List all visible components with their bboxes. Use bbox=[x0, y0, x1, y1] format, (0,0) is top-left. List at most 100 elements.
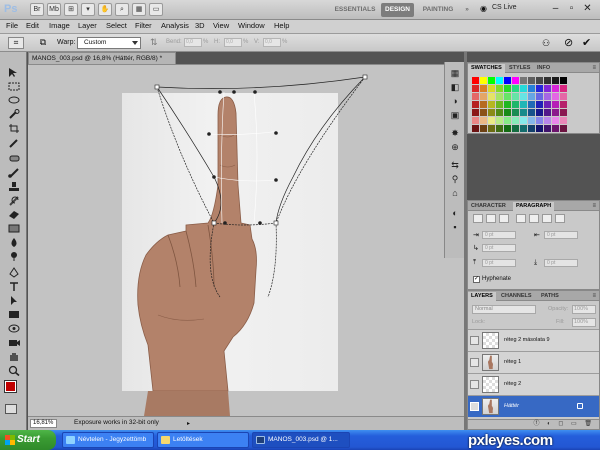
swatch[interactable] bbox=[504, 117, 511, 124]
hand-tool-icon[interactable]: ✋ bbox=[98, 3, 112, 16]
close-icon[interactable]: ✕ bbox=[580, 3, 595, 16]
warp-orientation-icon[interactable]: ⇅ bbox=[150, 37, 162, 49]
swatch[interactable] bbox=[472, 85, 479, 92]
swatch[interactable] bbox=[536, 117, 543, 124]
swatch[interactable] bbox=[552, 77, 559, 84]
swatch[interactable] bbox=[472, 93, 479, 100]
eyedropper-tool-icon[interactable] bbox=[7, 137, 21, 148]
swatch[interactable] bbox=[472, 101, 479, 108]
menu-select[interactable]: Select bbox=[106, 21, 127, 30]
gradient-tool-icon[interactable] bbox=[7, 223, 21, 234]
swatch[interactable] bbox=[488, 109, 495, 116]
swatch[interactable] bbox=[544, 117, 551, 124]
swatch[interactable] bbox=[544, 125, 551, 132]
clone-stamp-tool-icon[interactable] bbox=[7, 181, 21, 192]
commit-transform-icon[interactable]: ✔ bbox=[582, 37, 594, 49]
swatch[interactable] bbox=[520, 85, 527, 92]
zoom-tool-icon[interactable]: ⌕ bbox=[115, 3, 129, 16]
justify-all-icon[interactable] bbox=[555, 214, 565, 223]
swatch[interactable] bbox=[488, 85, 495, 92]
justify-last-left-icon[interactable] bbox=[516, 214, 526, 223]
workspace-painting[interactable]: PAINTING bbox=[418, 3, 458, 17]
pen-tool-icon[interactable] bbox=[7, 267, 21, 278]
workspace-design[interactable]: DESIGN bbox=[381, 3, 414, 17]
swatch[interactable] bbox=[496, 117, 503, 124]
swatch[interactable] bbox=[528, 109, 535, 116]
history-brush-tool-icon[interactable] bbox=[7, 195, 21, 206]
fill-field[interactable]: 100% bbox=[572, 318, 596, 327]
visibility-toggle-icon[interactable] bbox=[470, 358, 479, 367]
actions-panel-icon[interactable]: ⚲ bbox=[449, 174, 461, 185]
space-after-field[interactable]: 0 pt bbox=[544, 259, 578, 267]
swatch[interactable] bbox=[496, 77, 503, 84]
mini-bridge-icon[interactable]: Mb bbox=[47, 3, 61, 16]
swatch[interactable] bbox=[528, 117, 535, 124]
swatch[interactable] bbox=[488, 93, 495, 100]
marquee-tool-icon[interactable] bbox=[7, 81, 21, 92]
swatch[interactable] bbox=[488, 117, 495, 124]
swatch[interactable] bbox=[528, 93, 535, 100]
menu-edit[interactable]: Edit bbox=[26, 21, 39, 30]
swatch[interactable] bbox=[552, 85, 559, 92]
warp-style-select[interactable]: Custom bbox=[77, 37, 141, 49]
swatch[interactable] bbox=[528, 101, 535, 108]
swatch[interactable] bbox=[472, 125, 479, 132]
swatch[interactable] bbox=[472, 77, 479, 84]
brush-panel-icon[interactable]: ✸ bbox=[449, 128, 461, 139]
swatch[interactable] bbox=[552, 125, 559, 132]
swatch[interactable] bbox=[536, 93, 543, 100]
masks-panel-icon[interactable]: ◐ bbox=[449, 208, 461, 219]
tab-character[interactable]: CHARACTER bbox=[468, 202, 509, 211]
swatch-grid[interactable] bbox=[472, 77, 567, 132]
warp-handles[interactable] bbox=[154, 74, 368, 226]
extras-icon[interactable]: ⊞ bbox=[64, 3, 78, 16]
layer-row[interactable]: réteg 1 bbox=[468, 351, 599, 373]
justify-last-right-icon[interactable] bbox=[542, 214, 552, 223]
swatch[interactable] bbox=[512, 93, 519, 100]
swatch[interactable] bbox=[504, 93, 511, 100]
foreground-color-swatch[interactable] bbox=[4, 380, 17, 393]
opacity-field[interactable]: 100% bbox=[572, 305, 596, 314]
transform-reference-icon[interactable]: ⌗ bbox=[8, 37, 24, 49]
swatch[interactable] bbox=[504, 101, 511, 108]
align-right-icon[interactable] bbox=[499, 214, 509, 223]
align-left-icon[interactable] bbox=[473, 214, 483, 223]
tab-styles[interactable]: STYLES bbox=[506, 64, 533, 73]
indent-left-field[interactable]: 0 pt bbox=[482, 231, 516, 239]
swatch[interactable] bbox=[536, 85, 543, 92]
swatch[interactable] bbox=[504, 77, 511, 84]
menu-filter[interactable]: Filter bbox=[135, 21, 152, 30]
swatch[interactable] bbox=[488, 125, 495, 132]
swatch[interactable] bbox=[512, 101, 519, 108]
swatch[interactable] bbox=[536, 101, 543, 108]
screen-mode-icon[interactable]: ▭ bbox=[149, 3, 163, 16]
align-center-icon[interactable] bbox=[486, 214, 496, 223]
taskbar-item-photoshop[interactable]: MANOS_003.psd @ 1... bbox=[252, 432, 350, 448]
swatch[interactable] bbox=[512, 117, 519, 124]
swatch[interactable] bbox=[480, 101, 487, 108]
swatch[interactable] bbox=[544, 77, 551, 84]
swatch[interactable] bbox=[536, 125, 543, 132]
zoom-tool-icon[interactable] bbox=[7, 365, 21, 377]
swatch[interactable] bbox=[504, 109, 511, 116]
v-field[interactable]: 0,0 bbox=[263, 38, 281, 47]
swatch[interactable] bbox=[472, 109, 479, 116]
hyphenate-checkbox[interactable]: ✓ bbox=[473, 276, 480, 283]
swatch[interactable] bbox=[544, 85, 551, 92]
menu-file[interactable]: File bbox=[6, 21, 18, 30]
layer-row[interactable]: réteg 2 bbox=[468, 373, 599, 395]
menu-view[interactable]: View bbox=[213, 21, 229, 30]
workspace-essentials[interactable]: ESSENTIALS bbox=[332, 3, 378, 17]
menu-3d[interactable]: 3D bbox=[195, 21, 205, 30]
swatch[interactable] bbox=[528, 77, 535, 84]
swatch[interactable] bbox=[512, 125, 519, 132]
tab-paths[interactable]: PATHS bbox=[538, 292, 562, 301]
swatch[interactable] bbox=[480, 125, 487, 132]
tool-presets-panel-icon[interactable]: ⌂ bbox=[449, 188, 461, 199]
justify-last-center-icon[interactable] bbox=[529, 214, 539, 223]
quick-mask-icon[interactable] bbox=[5, 404, 17, 414]
shape-tool-icon[interactable] bbox=[7, 309, 21, 320]
swatch[interactable] bbox=[560, 125, 567, 132]
dodge-tool-icon[interactable] bbox=[7, 251, 21, 262]
tab-info[interactable]: INFO bbox=[534, 64, 553, 73]
